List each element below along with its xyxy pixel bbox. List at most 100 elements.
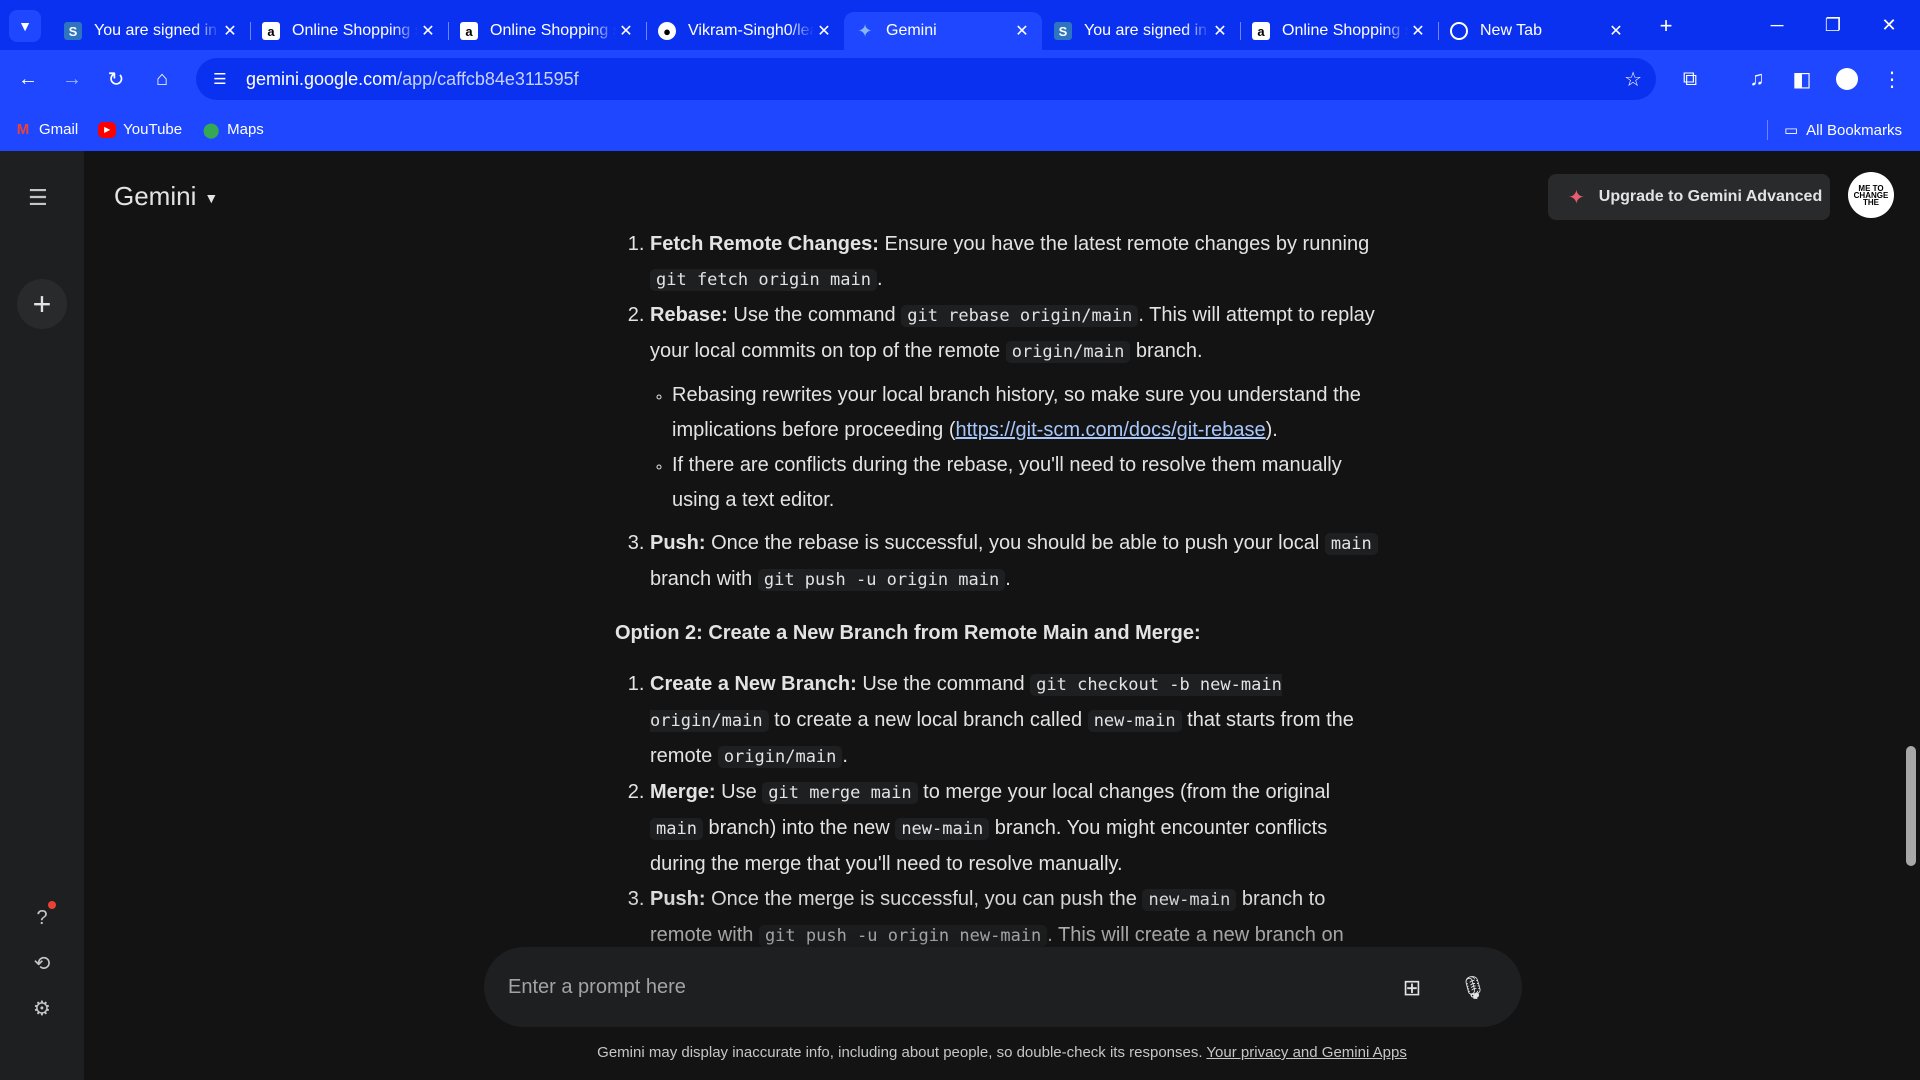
more-vert-icon: ⋮ — [1882, 68, 1902, 91]
tab-active[interactable]: ✦ Gemini ✕ — [844, 12, 1042, 50]
brand-title: Gemini — [114, 181, 197, 211]
prompt-input[interactable] — [508, 967, 1358, 1007]
folder-icon: ▭ — [1783, 122, 1799, 139]
code-inline: git fetch origin main — [650, 269, 877, 291]
git-rebase-link[interactable]: https://git-scm.com/docs/git-rebase — [956, 419, 1266, 441]
privacy-link[interactable]: Your privacy and Gemini Apps — [1206, 1044, 1406, 1061]
tab[interactable]: New Tab ✕ — [1438, 12, 1636, 50]
side-rail: ☰ + ? ⟲ ⚙ — [0, 151, 84, 1080]
home-button[interactable]: ⌂ — [146, 63, 178, 95]
microphone-button[interactable]: 🎙 — [1456, 971, 1490, 1005]
list-item: Fetch Remote Changes: Ensure you have th… — [650, 227, 1385, 298]
amazon-icon: a — [1252, 22, 1270, 40]
tab-title: Vikram-Singh0/learn — [688, 22, 814, 39]
restore-button[interactable]: ❐ — [1810, 8, 1856, 42]
code-inline: new-main — [1142, 889, 1237, 911]
activity-button[interactable]: ⟲ — [28, 949, 56, 977]
settings-button[interactable]: ⚙ — [28, 994, 56, 1022]
back-button[interactable]: ← — [12, 63, 44, 95]
code-inline: origin/main — [1005, 341, 1131, 363]
url-path: /app/caffcb84e311595f — [397, 68, 579, 89]
response-content: Fetch Remote Changes: Ensure you have th… — [615, 227, 1385, 954]
bookmark-youtube[interactable]: ▶ YouTube — [98, 121, 182, 138]
bookmark-label: Maps — [227, 121, 264, 138]
profile-avatar-icon — [1836, 68, 1858, 90]
code-inline: new-main — [1087, 710, 1182, 732]
scrollbar-thumb[interactable] — [1906, 746, 1916, 866]
bookmark-label: Gmail — [39, 121, 79, 138]
tab[interactable]: S You are signed in ✕ — [1042, 12, 1241, 50]
arrow-right-icon: → — [62, 67, 82, 90]
upload-image-button[interactable]: ⊞ — [1395, 971, 1429, 1005]
close-window-button[interactable]: ✕ — [1866, 8, 1912, 42]
upgrade-label: Upgrade to Gemini Advanced — [1598, 188, 1823, 205]
history-icon: ⟲ — [33, 952, 51, 975]
main-menu-button[interactable]: ☰ — [28, 185, 48, 211]
tab-title: You are signed in — [94, 22, 218, 39]
account-avatar[interactable]: ME TO CHANGE THE — [1848, 172, 1894, 218]
forward-button[interactable]: → — [56, 63, 88, 95]
close-icon[interactable]: ✕ — [1606, 21, 1626, 41]
home-icon: ⌂ — [155, 67, 169, 90]
list-item: Push: Once the merge is successful, you … — [650, 882, 1385, 954]
media-control-button[interactable]: ♫ — [1741, 63, 1773, 95]
tab[interactable]: S You are signed in ✕ — [52, 12, 251, 50]
reload-button[interactable]: ↻ — [100, 63, 132, 95]
close-icon[interactable]: ✕ — [418, 21, 438, 41]
tabs: S You are signed in ✕ a Online Shopping … — [52, 6, 1636, 50]
tab[interactable]: ● Vikram-Singh0/learn ✕ — [646, 12, 844, 50]
option-1-steps: Fetch Remote Changes: Ensure you have th… — [650, 227, 1385, 598]
notification-dot — [48, 901, 56, 909]
new-chat-button[interactable]: + — [17, 279, 67, 329]
url-text[interactable]: gemini.google.com/app/caffcb84e311595f — [246, 69, 579, 90]
tab[interactable]: a Online Shopping site ✕ — [448, 12, 647, 50]
close-icon[interactable]: ✕ — [1012, 21, 1032, 41]
list-item: Rebase: Use the command git rebase origi… — [650, 298, 1385, 526]
bookmark-maps[interactable]: ⬤ Maps — [202, 121, 264, 139]
tab-strip: ▼ S You are signed in ✕ a Online Shoppin… — [0, 0, 1920, 50]
tab-title: Online Shopping site — [1282, 22, 1408, 39]
url-host: gemini.google.com — [246, 68, 398, 89]
extensions-button[interactable]: ⧉ — [1674, 63, 1706, 95]
close-icon[interactable]: ✕ — [1408, 21, 1428, 41]
tab-title: Gemini — [886, 22, 937, 39]
bookmark-gmail[interactable]: M Gmail — [14, 121, 78, 138]
chevron-down-icon: ▼ — [18, 18, 32, 34]
code-inline: new-main — [895, 818, 990, 840]
tab[interactable]: a Online Shopping site ✕ — [1240, 12, 1439, 50]
close-icon[interactable]: ✕ — [616, 21, 636, 41]
tab-title: Online Shopping site — [490, 22, 616, 39]
puzzle-icon: ⧉ — [1682, 67, 1698, 90]
code-inline: git rebase origin/main — [901, 305, 1139, 327]
close-icon[interactable]: ✕ — [220, 21, 240, 41]
browser-toolbar: ← → ↻ ⌂ ☰ gemini.google.com/app/caffcb84… — [0, 50, 1920, 108]
option-2-steps: Create a New Branch: Use the command git… — [650, 667, 1385, 954]
gemini-app: ☰ + ? ⟲ ⚙ Gemini ▼ ✦ Upgrade to Gemini A… — [0, 151, 1920, 1080]
new-tab-button[interactable]: + — [1652, 12, 1680, 40]
youtube-icon: ▶ — [98, 121, 117, 138]
tab-title: Online Shopping site — [292, 22, 418, 39]
site-info-icon[interactable]: ☰ — [204, 63, 236, 95]
tab-search-button[interactable]: ▼ — [9, 10, 41, 42]
browser-menu-button[interactable]: ⋮ — [1876, 63, 1908, 95]
bookmark-star-icon[interactable]: ☆ — [1624, 67, 1642, 92]
tab[interactable]: a Online Shopping site ✕ — [250, 12, 449, 50]
all-bookmarks-button[interactable]: ▭ All Bookmarks — [1766, 120, 1902, 140]
minimize-button[interactable]: ─ — [1754, 8, 1800, 42]
profile-button[interactable] — [1831, 63, 1863, 95]
address-bar[interactable]: ☰ gemini.google.com/app/caffcb84e311595f… — [196, 58, 1656, 100]
list-item: Push: Once the rebase is successful, you… — [650, 526, 1385, 598]
s-favicon-icon: S — [64, 22, 82, 40]
close-icon[interactable]: ✕ — [814, 21, 834, 41]
code-inline: main — [650, 818, 703, 840]
close-icon[interactable]: ✕ — [1210, 21, 1230, 41]
disclaimer-text: Gemini may display inaccurate info, incl… — [597, 1044, 1203, 1061]
tab-title: New Tab — [1480, 22, 1542, 39]
list-item: Rebasing rewrites your local branch hist… — [672, 378, 1385, 448]
list-item: Create a New Branch: Use the command git… — [650, 667, 1385, 775]
upgrade-button[interactable]: ✦ Upgrade to Gemini Advanced — [1548, 174, 1830, 220]
side-panel-button[interactable]: ◧ — [1786, 63, 1818, 95]
gemini-model-switcher[interactable]: Gemini ▼ — [114, 181, 218, 212]
code-inline: git push -u origin new-main — [758, 925, 1048, 947]
bookmark-label: YouTube — [123, 121, 183, 138]
